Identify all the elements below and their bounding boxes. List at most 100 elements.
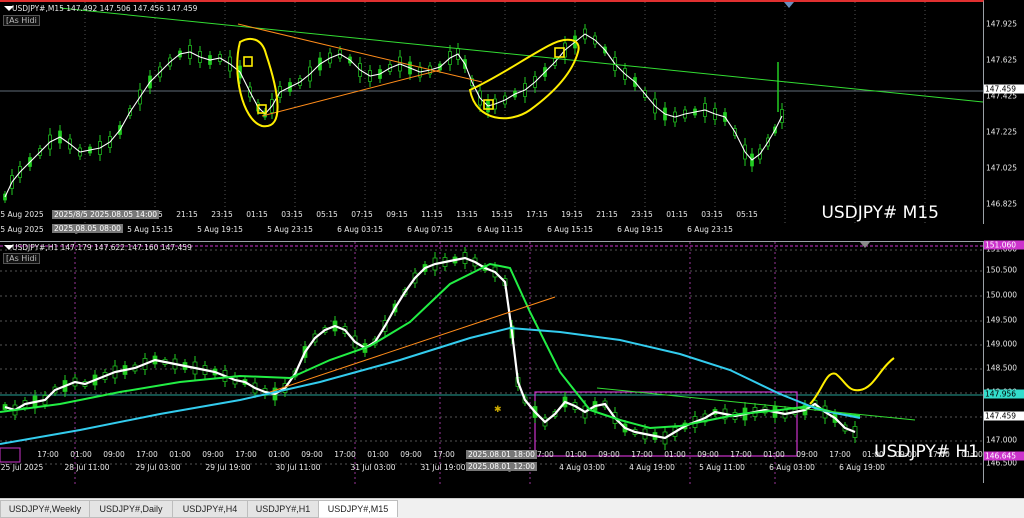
m15-time-label: 17:15	[526, 210, 548, 219]
h1-hour-label: 01:00	[763, 450, 785, 459]
h1-magenta-small-box	[0, 447, 21, 463]
h1-time-label: 5 Aug 11:00	[699, 463, 745, 472]
h1-hour-label: 17:00	[928, 450, 950, 459]
h1-plot-area[interactable]: ✱ USDJPY#,H1 147.179 147.622 147.160 147…	[0, 241, 984, 484]
h1-header: USDJPY#,H1 147.179 147.622 147.160 147.4…	[12, 243, 192, 252]
h1-time-label: 4 Aug 03:00	[559, 463, 605, 472]
h1-shift-marker-icon[interactable]	[860, 242, 870, 248]
h1-hour-label: 01:00	[664, 450, 686, 459]
m15-time-label-lower: 6 Aug 11:15	[477, 225, 523, 234]
h1-price-label: 147.000	[986, 435, 1018, 445]
m15-price-label: 147.625	[986, 55, 1018, 65]
tab-h1[interactable]: USDJPY#,H1	[247, 500, 319, 518]
h1-price-label: 148.500	[986, 363, 1018, 373]
h1-time-label: 4 Aug 19:00	[629, 463, 675, 472]
h1-price-label: 150.000	[986, 290, 1018, 300]
h1-bottom-marker-tag: 146.645	[984, 451, 1024, 461]
m15-time-label: 13:15	[456, 210, 478, 219]
h1-crosshair-date-lower: 2025.08.01 12:00	[466, 462, 537, 471]
tab-h4[interactable]: USDJPY#,H4	[172, 500, 248, 518]
m15-crosshair-date-lower: 2025.08.05 08:00	[52, 224, 123, 233]
h1-price-axis[interactable]: 151.000150.500150.000149.500149.000148.5…	[984, 240, 1024, 483]
m15-price-label: 146.825	[986, 199, 1018, 209]
h1-time-label: 30 Jul 11:00	[275, 463, 321, 472]
h1-hour-label: 17:00	[136, 450, 158, 459]
h1-hour-label: 01:00	[70, 450, 92, 459]
m15-price-axis[interactable]: 147.925 147.625 147.425 147.225 147.025 146.8…	[984, 0, 1024, 224]
h1-hour-label: 09:00	[103, 450, 125, 459]
m15-time-label: 5 Aug 2025	[0, 210, 44, 219]
h1-hour-label: 09:00	[796, 450, 818, 459]
chart-tab-bar: USDJPY#,Weekly USDJPY#,Daily USDJPY#,H4 …	[0, 498, 1024, 518]
m15-yellow-marker-1	[243, 56, 253, 67]
m15-time-label: 01:15	[666, 210, 688, 219]
h1-hour-label: 01:00	[268, 450, 290, 459]
m15-time-label-lower: 5 Aug 23:15	[267, 225, 313, 234]
h1-orange-trendline	[269, 296, 556, 393]
h1-hour-label: 17:00	[829, 450, 851, 459]
m15-watermark: USDJPY# M15	[821, 203, 939, 223]
h1-hour-label: 17:00	[235, 450, 257, 459]
h1-time-label: 25 Jul 2025	[0, 463, 44, 472]
h1-time-label: 29 Jul 03:00	[135, 463, 181, 472]
h1-top-marker-tag: 151.060	[984, 240, 1024, 250]
m15-time-label: 03:15	[701, 210, 723, 219]
h1-hide-button[interactable]: [As Hidi	[3, 253, 40, 264]
h1-chart-panel[interactable]: ✱ USDJPY#,H1 147.179 147.622 147.160 147…	[0, 240, 1024, 497]
m15-time-label: 21:15	[596, 210, 618, 219]
h1-hour-label: 09:00	[202, 450, 224, 459]
m15-hide-button[interactable]: [As Hidi	[3, 15, 40, 26]
m15-plot-area[interactable]: USDJPY#,M15 147.492 147.506 147.456 147.…	[0, 0, 984, 224]
m15-time-label: 05:15	[736, 210, 758, 219]
h1-hour-label: 17:00	[334, 450, 356, 459]
m15-time-label: 01:15	[246, 210, 268, 219]
h1-hour-label: 09:00	[697, 450, 719, 459]
m15-time-axis[interactable]: 5 Aug 20255 Aug 11:1519:1521:1523:1501:1…	[0, 210, 983, 237]
m15-time-label-lower: 6 Aug 03:15	[337, 225, 383, 234]
h1-medium-moving-average	[0, 262, 861, 430]
h1-hour-label: 09:00	[400, 450, 422, 459]
h1-hour-label: 01:00	[862, 450, 884, 459]
h1-hour-label: 17:00	[37, 450, 59, 459]
m15-price-label: 147.225	[986, 127, 1018, 137]
tab-weekly[interactable]: USDJPY#,Weekly	[0, 500, 90, 518]
m15-time-label-lower: 5 Aug 19:15	[197, 225, 243, 234]
h1-time-label: 31 Jul 03:00	[350, 463, 396, 472]
h1-cyan-level-tag: 147.956	[984, 389, 1024, 399]
m15-time-label: 21:15	[176, 210, 198, 219]
m15-time-label: 11:15	[421, 210, 443, 219]
h1-hour-label: 17:00	[730, 450, 752, 459]
h1-price-canvas: ✱	[0, 242, 983, 484]
h1-hour-label: 01:00	[367, 450, 389, 459]
m15-time-label: 09:15	[386, 210, 408, 219]
m15-time-label: 15:15	[491, 210, 513, 219]
tab-daily[interactable]: USDJPY#,Daily	[89, 500, 173, 518]
m15-crosshair-date-upper: 2025/8/5 2025.08.05 14:00	[52, 210, 160, 219]
m15-time-label: 19:15	[561, 210, 583, 219]
h1-time-label: 29 Jul 19:00	[205, 463, 251, 472]
h1-hour-label: 09:00	[598, 450, 620, 459]
h1-crosshair-date-upper: 2025.08.01 18:00	[466, 450, 537, 459]
m15-time-label-lower: 5 Aug 2025	[0, 225, 44, 234]
h1-time-label: 6 Aug 19:00	[839, 463, 885, 472]
m15-time-label: 07:15	[351, 210, 373, 219]
tab-m15[interactable]: USDJPY#,M15	[318, 500, 398, 517]
h1-time-label: 31 Jul 19:00	[420, 463, 466, 472]
m15-chart-panel[interactable]: USDJPY#,M15 147.492 147.506 147.456 147.…	[0, 0, 1024, 238]
h1-time-axis[interactable]: 17:00 01:00 09:00 17:00 01:00 09:00 17:00 01:00…	[0, 450, 983, 475]
h1-price-label: 149.500	[986, 315, 1018, 325]
h1-hour-label: 01:00	[565, 450, 587, 459]
h1-fast-moving-average	[4, 256, 856, 440]
m15-time-label: 03:15	[281, 210, 303, 219]
m15-orange-trendline-lower	[261, 69, 441, 117]
m15-time-label-lower: 6 Aug 07:15	[407, 225, 453, 234]
h1-hour-label: 17:00	[631, 450, 653, 459]
m15-shift-marker-icon[interactable]	[784, 2, 794, 8]
h1-yellow-projection	[809, 357, 895, 405]
h1-time-label: 28 Jul 11:00	[64, 463, 110, 472]
m15-time-label-lower: 6 Aug 23:15	[687, 225, 733, 234]
m15-price-label: 147.925	[986, 19, 1018, 29]
m15-price-canvas	[0, 2, 983, 224]
m15-time-label-lower: 6 Aug 15:15	[547, 225, 593, 234]
h1-hour-label: 09:00	[895, 450, 917, 459]
